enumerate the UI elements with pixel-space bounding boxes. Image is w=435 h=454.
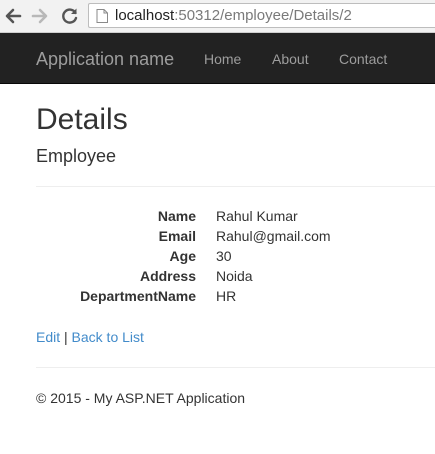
- browser-toolbar: localhost:50312/employee/Details/2: [0, 0, 435, 33]
- detail-row-department: DepartmentName HR: [0, 286, 435, 306]
- detail-value: 30: [216, 248, 232, 264]
- detail-label: DepartmentName: [80, 288, 196, 304]
- detail-value: Noida: [216, 268, 253, 284]
- detail-row-name: Name Rahul Kumar: [0, 206, 435, 226]
- address-bar[interactable]: localhost:50312/employee/Details/2: [88, 3, 435, 28]
- link-separator: |: [64, 329, 68, 345]
- divider: [36, 186, 435, 187]
- back-arrow-icon[interactable]: [3, 6, 23, 26]
- detail-value: HR: [216, 288, 237, 304]
- url-path: :50312/employee/Details/2: [174, 7, 352, 24]
- forward-arrow-icon[interactable]: [30, 6, 50, 26]
- detail-label: Address: [139, 268, 196, 284]
- detail-row-address: Address Noida: [0, 266, 435, 286]
- footer-divider: [36, 367, 435, 368]
- edit-link[interactable]: Edit: [36, 329, 60, 345]
- url-host: localhost: [115, 7, 175, 24]
- detail-label: Name: [157, 208, 196, 224]
- detail-value: Rahul@gmail.com: [216, 228, 331, 244]
- detail-label: Age: [169, 248, 196, 264]
- detail-value: Rahul Kumar: [216, 208, 298, 224]
- footer-text: © 2015 - My ASP.NET Application: [36, 390, 246, 406]
- action-links: Edit | Back to List: [36, 328, 144, 346]
- url-text[interactable]: localhost:50312/employee/Details/2: [115, 7, 352, 25]
- brand-link[interactable]: Application name: [36, 49, 174, 69]
- nav-link-home[interactable]: Home: [204, 51, 241, 68]
- detail-row-email: Email Rahul@gmail.com: [0, 226, 435, 246]
- page-title: Details: [36, 103, 128, 136]
- reload-icon[interactable]: [60, 6, 80, 26]
- page-subtitle: Employee: [36, 146, 117, 166]
- back-to-list-link[interactable]: Back to List: [72, 329, 144, 345]
- site-navbar: Application name Home About Contact: [0, 33, 435, 84]
- nav-link-about[interactable]: About: [272, 51, 309, 68]
- detail-label: Email: [158, 228, 196, 244]
- page-icon: [96, 9, 108, 23]
- nav-link-contact[interactable]: Contact: [339, 51, 387, 68]
- detail-row-age: Age 30: [0, 246, 435, 266]
